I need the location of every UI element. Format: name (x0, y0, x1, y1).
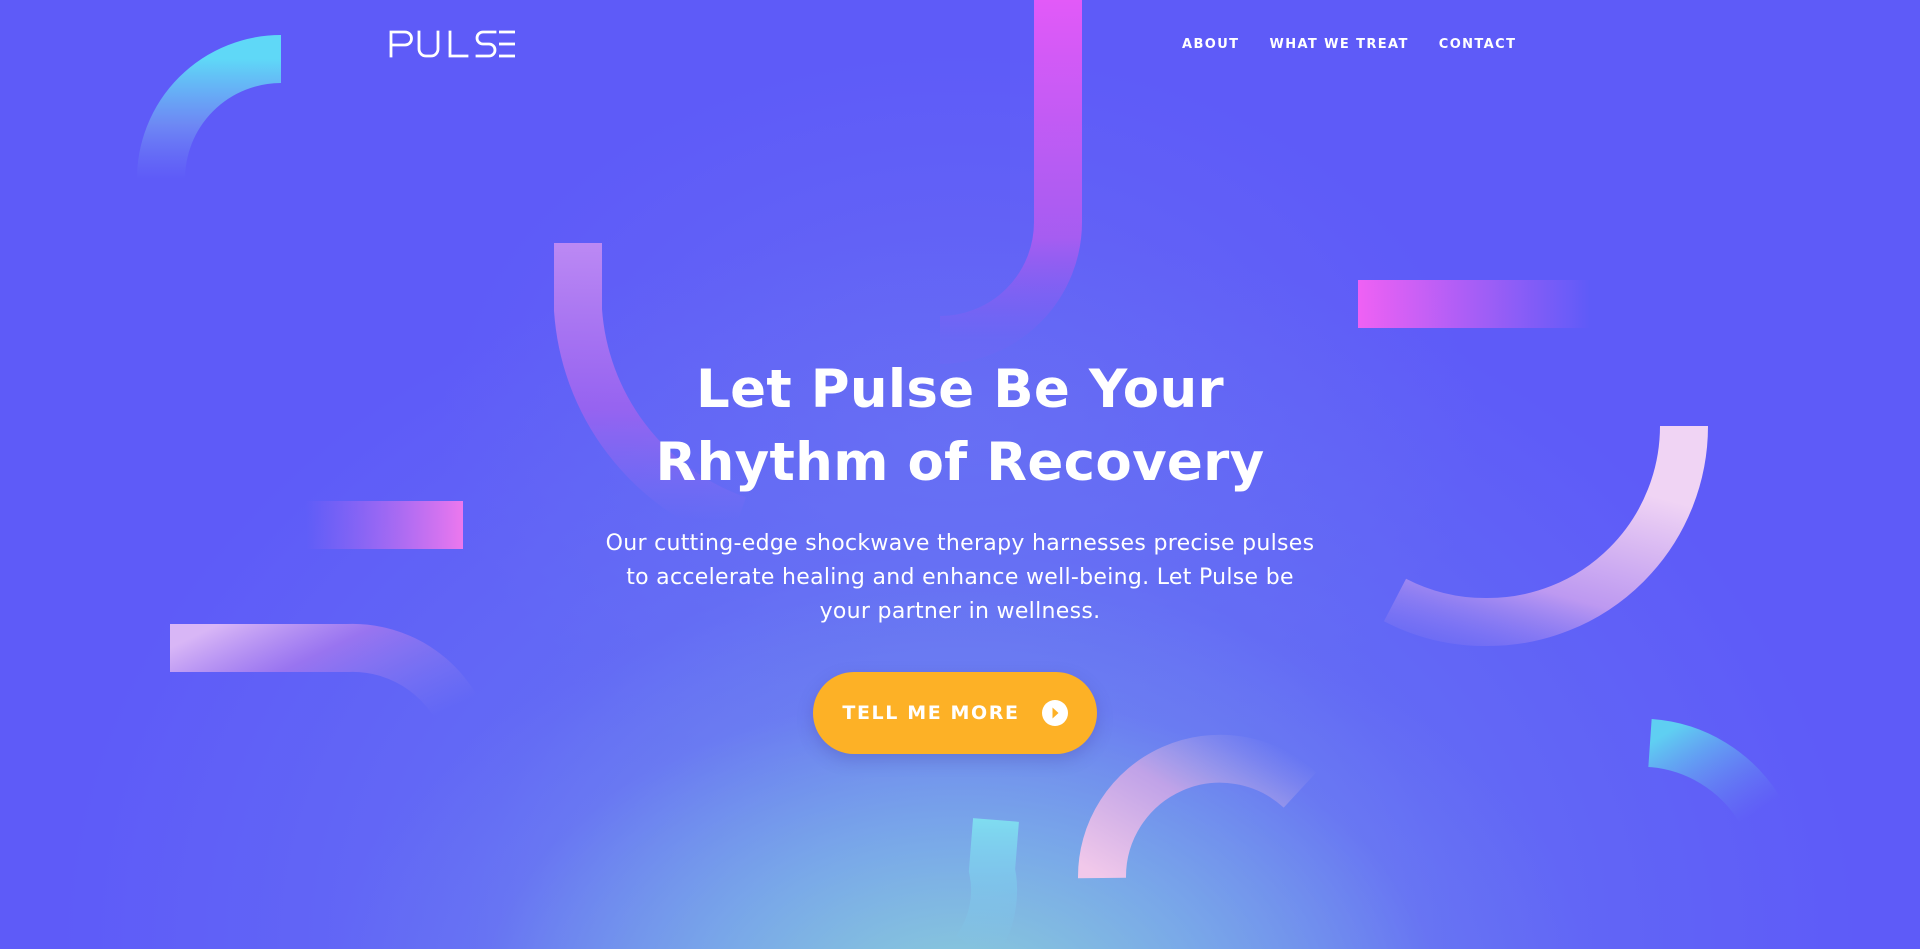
pulse-logo-wordmark (389, 30, 515, 58)
decor-arc-right (1383, 425, 1708, 646)
decor-bar-left (306, 501, 463, 549)
nav-link-what-we-treat[interactable]: WHAT WE TREAT (1269, 37, 1408, 53)
arrow-circle-icon (1041, 700, 1068, 726)
decor-curve-left-bottom (170, 623, 492, 743)
decor-cyan-right (1647, 719, 1781, 824)
site-header: ABOUT WHAT WE TREAT CONTACT (0, 0, 1920, 90)
main-nav: ABOUT WHAT WE TREAT CONTACT (1182, 37, 1516, 53)
tell-me-more-button[interactable]: TELL ME MORE (813, 672, 1097, 754)
decor-arc-bottom (1077, 734, 1317, 879)
cta-label: TELL ME MORE (842, 702, 1020, 724)
nav-link-about[interactable]: ABOUT (1182, 37, 1239, 53)
decor-bar-right (1358, 280, 1590, 328)
nav-link-contact[interactable]: CONTACT (1439, 37, 1517, 53)
hero-description: Our cutting-edge shockwave therapy harne… (605, 531, 1315, 624)
hero-section: Let Pulse Be Your Rhythm of Recovery Our… (560, 353, 1360, 629)
hero-title-line-2: Rhythm of Recovery (655, 432, 1265, 493)
hero-title-line-1: Let Pulse Be Your (696, 359, 1224, 420)
pulse-logo[interactable] (389, 30, 515, 58)
decor-cyan-bottom (955, 818, 1019, 949)
hero-title: Let Pulse Be Your Rhythm of Recovery (560, 353, 1360, 499)
